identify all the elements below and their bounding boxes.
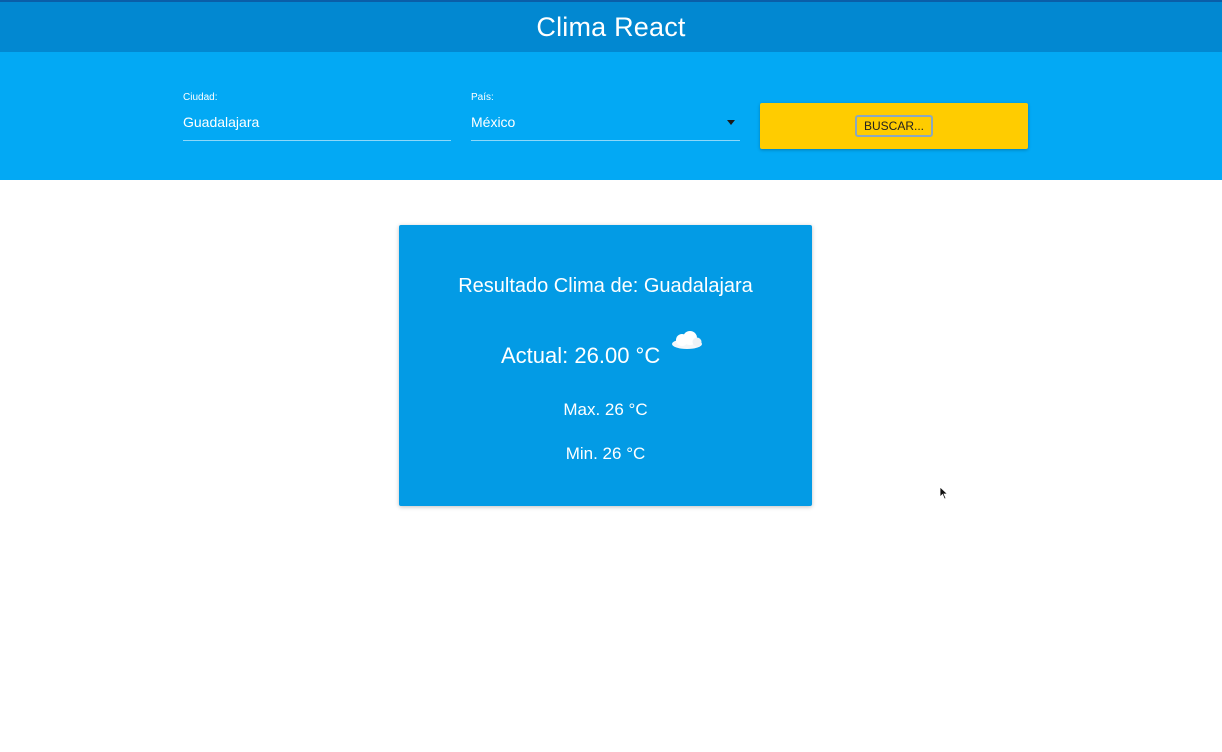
current-temperature: Actual: 26.00 °C <box>501 343 661 368</box>
country-select[interactable]: México <box>471 114 740 141</box>
city-field[interactable]: Ciudad: Guadalajara <box>183 92 451 141</box>
search-button[interactable]: BUSCAR... <box>760 103 1028 149</box>
mouse-cursor-icon <box>939 486 949 500</box>
weather-result-card: Resultado Clima de: Guadalajara Actual: … <box>399 225 812 506</box>
max-temperature: Max. 26 °C <box>563 400 648 419</box>
country-selected-value: México <box>471 114 516 130</box>
app-header: Clima React <box>0 2 1222 52</box>
search-button-label: BUSCAR... <box>854 115 933 137</box>
city-label: Ciudad: <box>183 92 218 103</box>
country-field[interactable]: País: México <box>471 92 740 141</box>
result-heading: Resultado Clima de: Guadalajara <box>458 275 753 297</box>
min-temperature: Min. 26 °C <box>565 444 646 463</box>
search-form: Ciudad: Guadalajara País: México BUSCAR.… <box>0 52 1222 180</box>
city-input[interactable]: Guadalajara <box>183 114 451 141</box>
app-title: Clima React <box>536 11 686 42</box>
country-label: País: <box>471 92 494 103</box>
dropdown-arrow-icon[interactable] <box>727 120 735 125</box>
cloud-icon <box>672 331 702 349</box>
